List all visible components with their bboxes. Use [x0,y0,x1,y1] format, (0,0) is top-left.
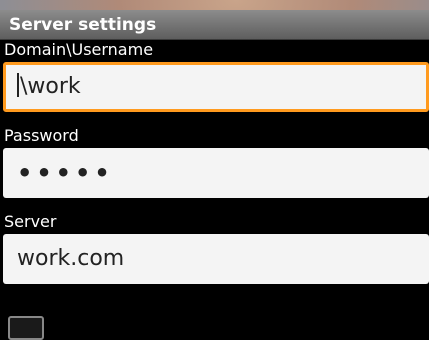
password-label: Password [4,126,79,145]
username-value: \work [20,74,81,99]
password-field[interactable]: ••••• [3,148,429,198]
server-label: Server [4,212,57,231]
server-settings-screen: Server settings Domain\Username \work Pa… [0,10,429,331]
server-field[interactable]: work.com [3,234,429,284]
username-field[interactable]: \work [3,62,429,112]
password-value: ••••• [17,159,114,187]
text-cursor [17,73,19,97]
page-title: Server settings [0,10,429,40]
username-label: Domain\Username [4,40,154,59]
ssl-checkbox[interactable] [8,316,44,340]
server-value: work.com [17,246,125,271]
